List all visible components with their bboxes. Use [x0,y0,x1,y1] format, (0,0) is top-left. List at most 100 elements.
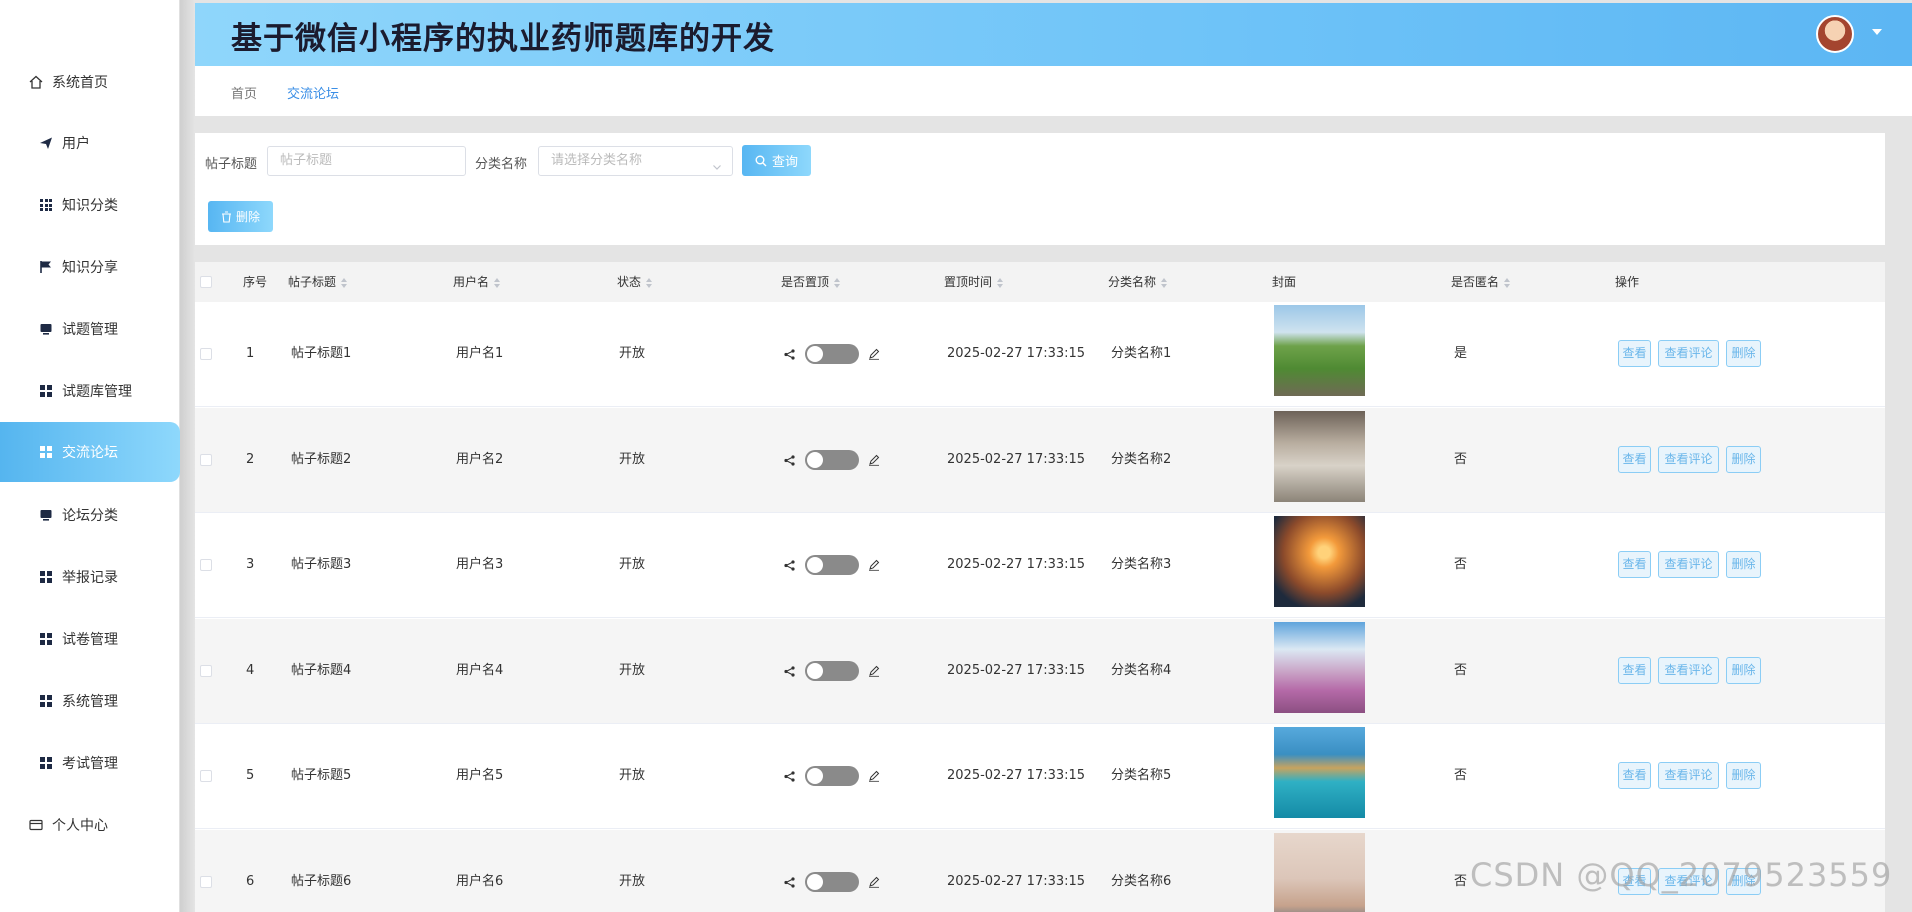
delete-button[interactable]: 删除 [1726,445,1761,473]
cell-pin-time: 2025-02-27 17:33:15 [947,451,1086,467]
sidebar-item-knowledge-category[interactable]: 知识分类 [0,175,180,235]
share-icon[interactable] [784,560,795,575]
header-pin-time[interactable]: 置顶时间 [944,262,1004,302]
sort-icon[interactable] [341,277,348,288]
edit-icon[interactable] [868,665,880,681]
view-comments-button[interactable]: 查看评论 [1658,762,1719,789]
apps-icon [38,755,54,771]
share-icon[interactable] [784,665,795,681]
cover-image[interactable] [1274,516,1365,607]
pinned-toggle[interactable] [805,871,859,892]
sidebar-item-label: 系统首页 [52,75,108,91]
edit-icon[interactable] [868,454,880,470]
sort-icon[interactable] [997,277,1004,288]
header-status-label: 状态 [617,275,642,289]
sidebar-item-question-management[interactable]: 试题管理 [0,299,180,359]
header-username[interactable]: 用户名 [453,262,501,302]
breadcrumb-home[interactable]: 首页 [231,83,257,102]
header-title-label: 帖子标题 [288,275,337,289]
sidebar-item-users[interactable]: 用户 [0,113,180,173]
sidebar-item-forum-category[interactable]: 论坛分类 [0,485,180,545]
cover-image[interactable] [1274,832,1365,912]
delete-button[interactable]: 删除 [1726,551,1761,578]
share-icon[interactable] [784,349,795,364]
card-icon [28,817,44,833]
delete-button[interactable]: 删除 [1726,340,1761,367]
share-icon[interactable] [784,454,795,470]
chevron-down-icon [712,155,722,183]
cell-index: 2 [246,451,255,467]
cover-image[interactable] [1274,305,1365,396]
sidebar-item-system[interactable]: 系统管理 [0,671,180,731]
header-status[interactable]: 状态 [617,262,653,302]
view-button[interactable]: 查看 [1618,762,1651,789]
cover-image[interactable] [1274,410,1365,502]
view-comments-button[interactable]: 查看评论 [1658,551,1719,578]
header-pinned[interactable]: 是否置顶 [781,262,841,302]
chevron-down-icon[interactable] [1872,29,1882,35]
sidebar-item-knowledge-share[interactable]: 知识分享 [0,237,180,297]
row-checkbox[interactable] [200,348,212,360]
cover-image[interactable] [1274,621,1365,713]
pinned-toggle[interactable] [805,449,859,470]
pinned-toggle[interactable] [805,766,859,786]
header-title[interactable]: 帖子标题 [288,262,348,302]
cell-status: 开放 [619,346,646,361]
pinned-toggle[interactable] [805,344,859,364]
sidebar-item-home[interactable]: 系统首页 [0,52,180,112]
table-header: 序号 帖子标题 用户名 状态 是否置顶 置顶时间 分类名称 封面 是否匿名 操作 [195,262,1885,302]
header-anonymous[interactable]: 是否匿名 [1451,262,1511,302]
cell-username: 用户名5 [456,768,504,783]
apps-icon [38,383,54,399]
share-icon[interactable] [784,876,795,892]
avatar[interactable] [1816,15,1854,53]
select-all-checkbox[interactable] [200,276,212,288]
sidebar-item-reports[interactable]: 举报记录 [0,547,180,607]
cell-category: 分类名称5 [1111,768,1172,783]
sidebar-item-forum[interactable]: 交流论坛 [0,422,180,482]
sort-icon[interactable] [646,277,653,288]
cell-pin-time: 2025-02-27 17:33:15 [947,768,1086,783]
sidebar-item-exams[interactable]: 考试管理 [0,733,180,793]
title-filter-input[interactable]: 帖子标题 [267,146,466,176]
sidebar-item-profile[interactable]: 个人中心 [0,795,180,855]
breadcrumb-current: 交流论坛 [287,87,340,102]
sort-icon[interactable] [1161,277,1168,288]
sidebar-item-question-bank[interactable]: 试题库管理 [0,361,180,421]
view-comments-button[interactable]: 查看评论 [1658,445,1719,473]
view-button[interactable]: 查看 [1618,656,1651,684]
header-actions: 操作 [1615,275,1640,289]
row-checkbox[interactable] [200,664,212,677]
pinned-toggle[interactable] [805,660,859,681]
edit-icon[interactable] [868,348,880,364]
category-select[interactable]: 请选择分类名称 [538,146,733,176]
table-row: 1 帖子标题1 用户名1 开放 2025-02-27 17:33:15 分类名称… [195,302,1885,407]
header-index: 序号 [243,275,268,289]
row-checkbox[interactable] [200,559,212,571]
query-button[interactable]: 查询 [742,145,811,176]
view-button[interactable]: 查看 [1618,340,1651,367]
cover-image[interactable] [1274,727,1365,818]
edit-icon[interactable] [868,876,880,892]
sort-icon[interactable] [1504,277,1511,288]
bulk-delete-button[interactable]: 删除 [208,201,273,232]
edit-icon[interactable] [868,770,880,786]
edit-icon[interactable] [868,559,880,575]
delete-button[interactable]: 删除 [1726,656,1761,684]
row-checkbox[interactable] [200,453,212,466]
row-checkbox[interactable] [200,875,212,888]
header-username-label: 用户名 [453,275,490,289]
share-icon[interactable] [784,771,795,786]
app-title: 基于微信小程序的执业药师题库的开发 [231,21,775,57]
view-comments-button[interactable]: 查看评论 [1658,656,1719,684]
row-checkbox[interactable] [200,770,212,782]
view-comments-button[interactable]: 查看评论 [1658,340,1719,367]
view-button[interactable]: 查看 [1618,445,1651,473]
sort-icon[interactable] [494,277,501,288]
pinned-toggle[interactable] [805,555,859,575]
delete-button[interactable]: 删除 [1726,762,1761,789]
view-button[interactable]: 查看 [1618,551,1651,578]
header-category[interactable]: 分类名称 [1108,262,1168,302]
sort-icon[interactable] [834,277,841,288]
sidebar-item-exam-papers[interactable]: 试卷管理 [0,609,180,669]
